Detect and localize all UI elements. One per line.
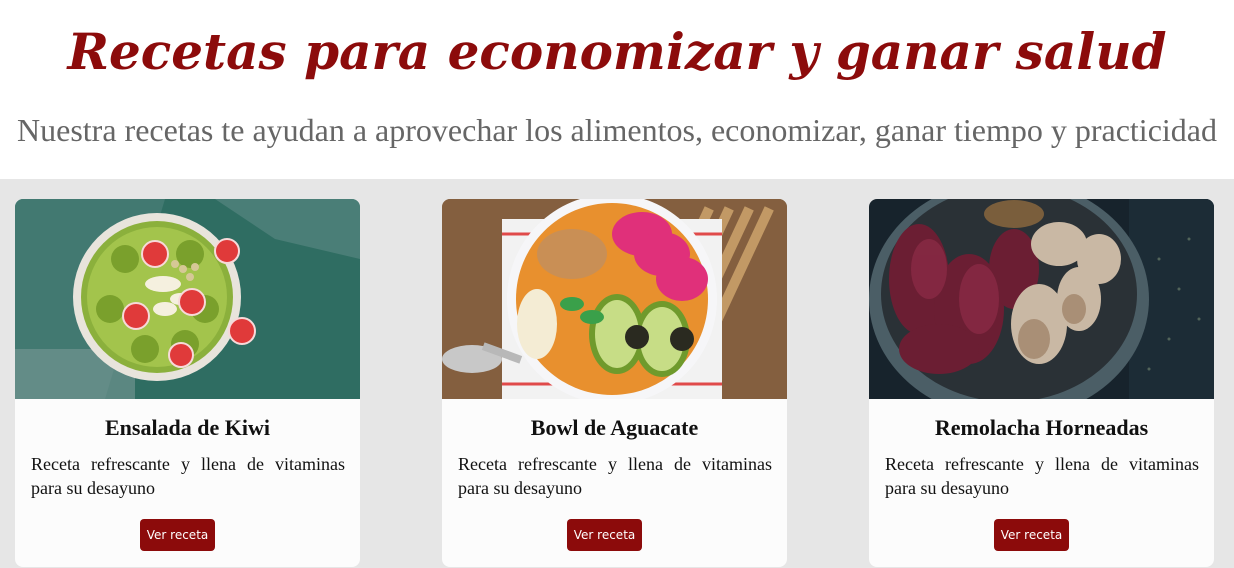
recipe-description: Receta refrescante y llena de vitaminas …: [458, 454, 772, 498]
ver-receta-button[interactable]: Ver receta: [994, 519, 1069, 551]
recipe-card-aguacate: Bowl de Aguacate Receta refrescante y ll…: [442, 199, 787, 567]
recipe-description: Receta refrescante y llena de vitaminas …: [885, 454, 1199, 498]
recipe-image-kiwi: [15, 199, 360, 399]
recipe-title: Bowl de Aguacate: [530, 415, 699, 440]
recipe-cards-section: Ensalada de Kiwi Receta refrescante y ll…: [0, 179, 1234, 568]
recipe-title: Remolacha Horneadas: [934, 415, 1149, 440]
recipe-image-remolacha: [869, 199, 1214, 399]
ver-receta-button[interactable]: Ver receta: [567, 519, 642, 551]
page-header: Recetas para economizar y ganar salud Nu…: [0, 0, 1234, 179]
recipe-card-remolacha: Remolacha Horneadas Receta refrescante y…: [869, 199, 1214, 567]
page-subtitle: Nuestra recetas te ayudan a aprovechar l…: [17, 112, 1217, 148]
ver-receta-button[interactable]: Ver receta: [140, 519, 215, 551]
page-title: Recetas para economizar y ganar salud: [67, 22, 1167, 81]
recipe-description: Receta refrescante y llena de vitaminas …: [31, 454, 345, 498]
recipe-image-aguacate: [442, 199, 787, 399]
recipe-title: Ensalada de Kiwi: [104, 415, 271, 440]
recipe-card-kiwi: Ensalada de Kiwi Receta refrescante y ll…: [15, 199, 360, 567]
